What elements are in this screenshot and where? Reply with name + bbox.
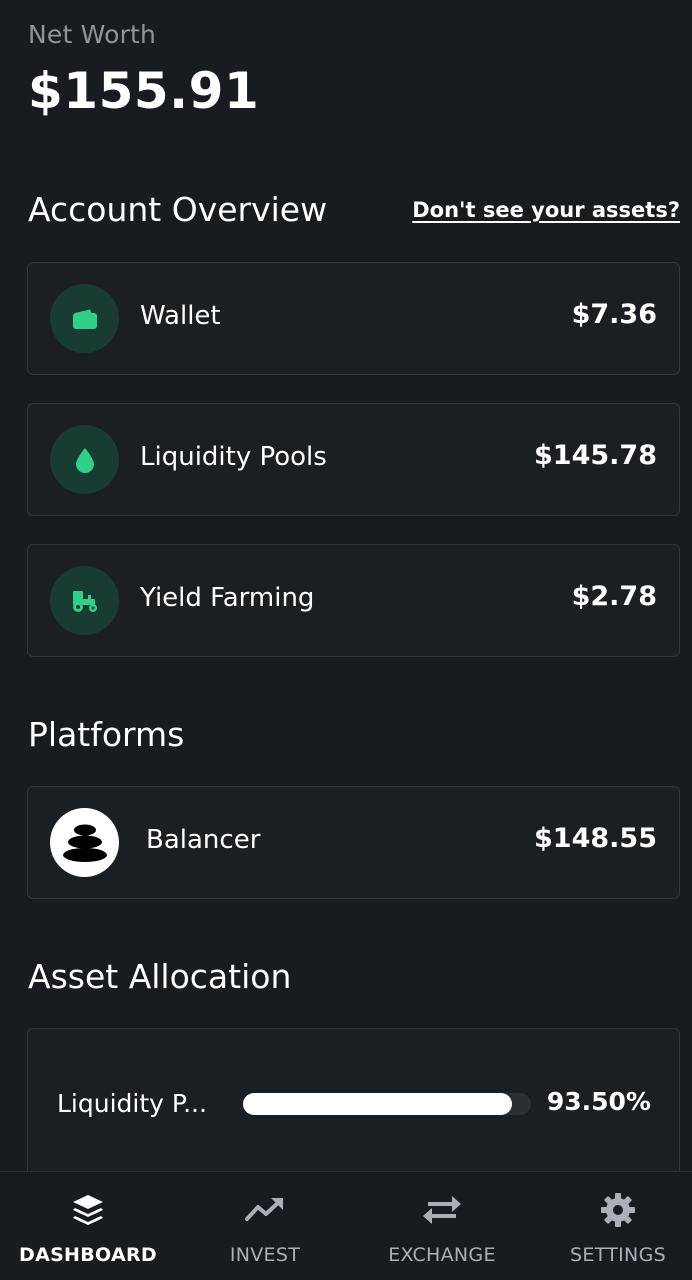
yield-farming-value: $2.78 [571,581,657,612]
gear-icon [601,1193,635,1227]
missing-assets-link[interactable]: Don't see your assets? [412,198,680,222]
dashboard-screen: Net Worth $155.91 Account Overview Don't… [0,0,692,1280]
nav-settings-label: SETTINGS [570,1244,666,1266]
layers-icon [73,1195,103,1225]
net-worth-label: Net Worth [28,20,157,49]
wallet-card[interactable]: Wallet $7.36 [27,262,680,375]
allocation-label: Liquidity P... [57,1089,207,1118]
balancer-logo [50,808,119,877]
wallet-label: Wallet [140,301,221,331]
nav-dashboard[interactable]: DASHBOARD [18,1172,158,1280]
allocation-progress-fill [243,1093,513,1115]
platforms-title: Platforms [28,715,185,754]
tractor-icon-circle [50,566,119,635]
liquidity-pools-value: $145.78 [534,440,657,471]
nav-invest[interactable]: INVEST [205,1172,325,1280]
liquidity-pools-card[interactable]: Liquidity Pools $145.78 [27,403,680,516]
nav-settings[interactable]: SETTINGS [558,1172,678,1280]
yield-farming-card[interactable]: Yield Farming $2.78 [27,544,680,657]
balancer-card[interactable]: Balancer $148.55 [27,786,680,899]
liquidity-pools-label: Liquidity Pools [140,442,327,472]
account-overview-title: Account Overview [28,190,328,229]
allocation-percent: 93.50% [546,1087,651,1116]
nav-exchange-label: EXCHANGE [388,1244,496,1266]
net-worth-value: $155.91 [28,62,260,120]
yield-farming-label: Yield Farming [140,583,315,613]
asset-allocation-title: Asset Allocation [28,957,292,996]
drop-icon [75,447,94,473]
trend-up-icon [245,1198,283,1221]
balancer-value: $148.55 [534,823,657,854]
nav-exchange[interactable]: EXCHANGE [372,1172,512,1280]
tractor-icon [72,590,97,612]
wallet-icon-circle [50,284,119,353]
balancer-label: Balancer [146,825,261,855]
allocation-progress-track [243,1093,531,1115]
swap-arrows-icon [423,1196,461,1224]
nav-invest-label: INVEST [229,1244,301,1266]
balancer-logo-icon [62,824,107,862]
wallet-value: $7.36 [571,299,657,330]
nav-dashboard-label: DASHBOARD [19,1244,157,1266]
wallet-icon [72,309,97,329]
bottom-nav: DASHBOARD INVEST EXCHANGE SETTINGS [0,1171,692,1280]
drop-icon-circle [50,425,119,494]
